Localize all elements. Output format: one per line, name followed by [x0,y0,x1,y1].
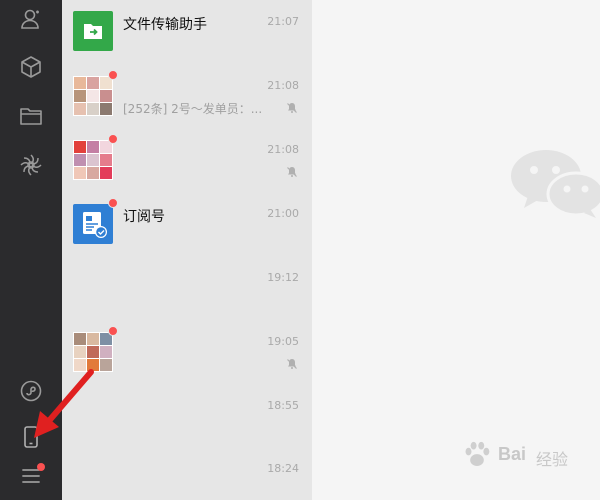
sidebar [0,0,62,500]
chat-time: 21:00 [267,207,299,220]
unread-badge [108,326,118,336]
unread-badge [108,198,118,208]
phone-icon[interactable] [19,425,43,449]
watermark-suffix: 经验 [536,450,569,469]
unread-badge [108,70,118,80]
chat-item-7[interactable]: 18:55 [62,384,312,448]
group-avatar [73,326,118,372]
subscription-icon [73,198,118,244]
chat-time: 18:24 [267,462,299,475]
paw-icon [465,441,490,467]
mute-bell-icon [286,358,298,370]
unread-badge [108,134,118,144]
chat-time: 19:12 [267,271,299,284]
chat-item-8[interactable]: 18:24 [62,448,312,500]
contacts-icon[interactable] [19,7,43,31]
wechat-logo-icon [511,150,600,218]
chat-time: 21:08 [267,143,299,156]
collections-icon[interactable] [19,55,43,79]
chat-name: 文件传输助手 [123,17,207,33]
mute-bell-icon [286,166,298,178]
chat-list: 文件传输助手 21:07 21:08 [252条] 2号～发单员：... 21:… [62,0,312,500]
chat-time: 18:55 [267,399,299,412]
watermark-brand: Bai [498,444,527,464]
chat-time: 21:07 [267,15,299,28]
file-transfer-icon [73,11,113,51]
chat-item-group-2[interactable]: 21:08 [62,128,312,192]
chat-panel-empty [312,0,600,500]
group-avatar [73,134,118,180]
chat-item-group-1[interactable]: 21:08 [252条] 2号～发单员：... [62,64,312,128]
menu-unread-dot [37,463,45,471]
chat-item-subscriptions[interactable]: 订阅号 21:00 [62,192,312,256]
files-icon[interactable] [19,104,43,128]
baidu-watermark: Bai 经验 [458,436,598,476]
mute-bell-icon [286,102,298,114]
chat-item-5[interactable]: 19:12 [62,256,312,320]
group-avatar [73,70,118,116]
mini-programs-icon[interactable] [19,379,43,403]
chat-time: 21:08 [267,79,299,92]
chat-name: 订阅号 [123,209,165,225]
chat-item-group-3[interactable]: 19:05 [62,320,312,384]
chat-preview: [252条] 2号～发单员：... [123,102,263,116]
moments-icon[interactable] [19,153,43,177]
chat-item-file-transfer[interactable]: 文件传输助手 21:07 [62,0,312,64]
chat-time: 19:05 [267,335,299,348]
